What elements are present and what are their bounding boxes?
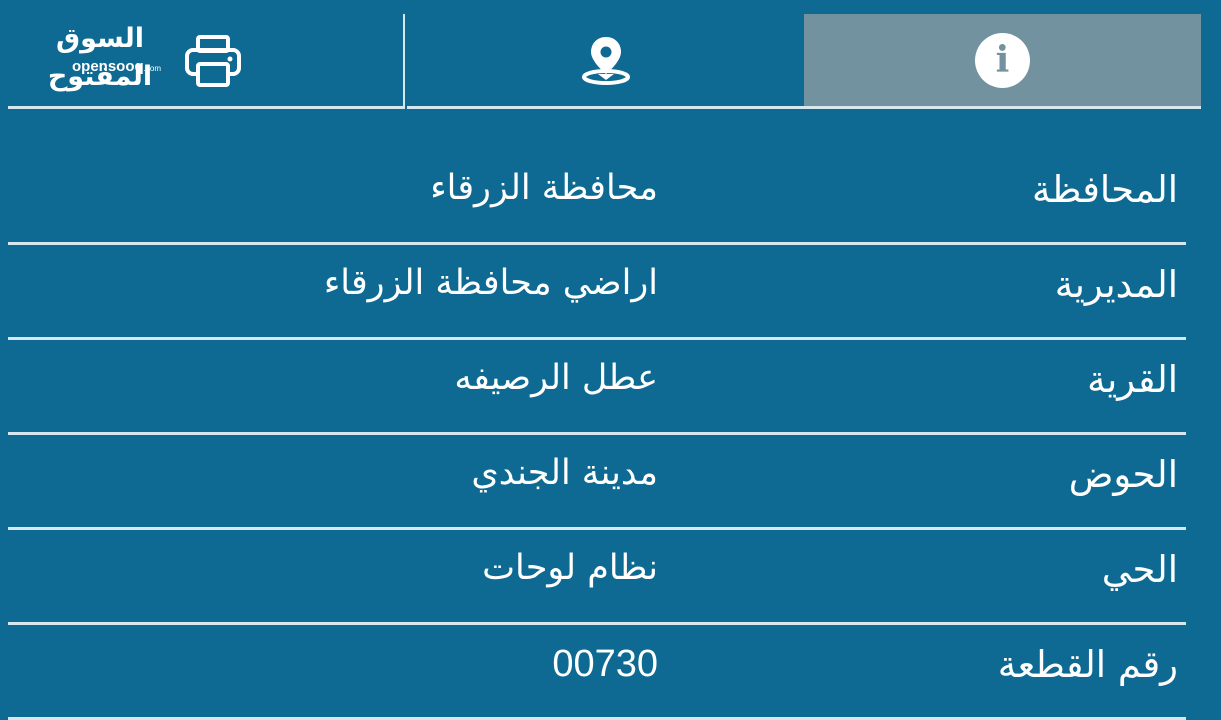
detail-value: محافظة الزرقاء <box>430 168 658 208</box>
logo-english-text: opensooq.com <box>72 58 161 78</box>
detail-row-directorate: المديرية اراضي محافظة الزرقاء <box>8 245 1186 340</box>
detail-value: اراضي محافظة الزرقاء <box>323 263 658 303</box>
printer-icon[interactable] <box>184 34 242 88</box>
detail-row-governorate: المحافظة محافظة الزرقاء <box>8 150 1186 245</box>
detail-row-plot-number: رقم القطعة 00730 <box>8 625 1186 720</box>
info-icon: i <box>975 32 1030 88</box>
detail-label: الحي <box>1101 548 1178 591</box>
tab-print[interactable]: السوق المفتوح opensooq.com <box>8 14 405 109</box>
tab-bar: السوق المفتوح opensooq.com i <box>8 14 1201 109</box>
tab-location[interactable] <box>407 14 804 109</box>
logo-english-name: opensooq <box>72 58 144 75</box>
detail-row-neighborhood: الحي نظام لوحات <box>8 530 1186 625</box>
detail-value: 00730 <box>552 643 658 685</box>
detail-label: المديرية <box>1054 263 1178 306</box>
detail-label: الحوض <box>1068 453 1178 496</box>
detail-label: القرية <box>1087 358 1178 401</box>
detail-label: المحافظة <box>1032 168 1178 211</box>
location-pin-icon <box>581 37 630 85</box>
detail-value: عطل الرصيفه <box>454 358 658 398</box>
detail-value: مدينة الجندي <box>471 453 658 493</box>
tab-info[interactable]: i <box>804 14 1201 109</box>
details-list: المحافظة محافظة الزرقاء المديرية اراضي م… <box>8 150 1186 720</box>
opensooq-logo: السوق المفتوح opensooq.com <box>24 20 176 92</box>
detail-row-village: القرية عطل الرصيفه <box>8 340 1186 435</box>
detail-value: نظام لوحات <box>482 548 658 588</box>
detail-row-basin: الحوض مدينة الجندي <box>8 435 1186 530</box>
detail-label: رقم القطعة <box>997 643 1178 686</box>
logo-domain: .com <box>143 64 162 73</box>
